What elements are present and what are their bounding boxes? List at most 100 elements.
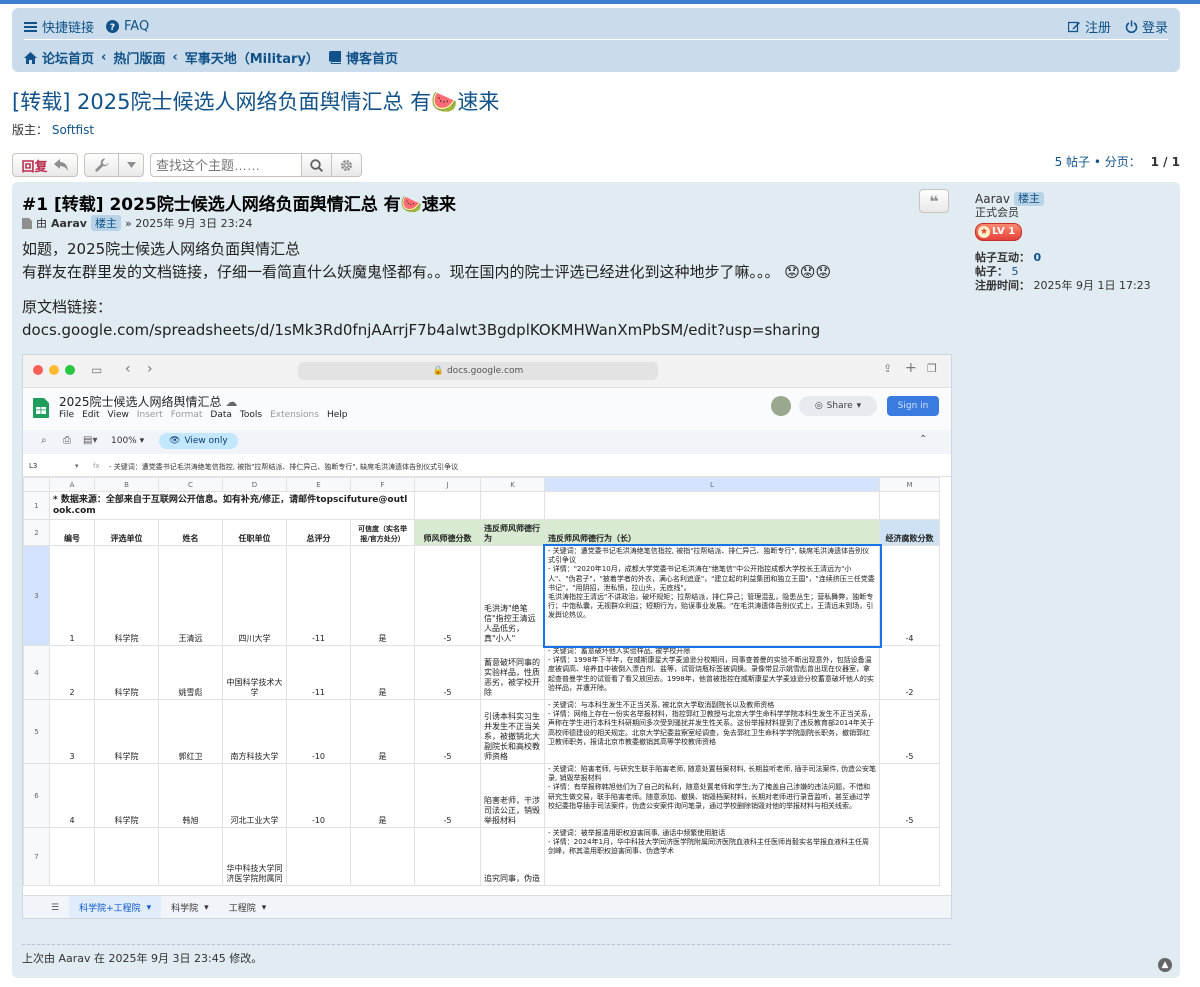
breadcrumb-hot-boards[interactable]: 热门版面 bbox=[113, 48, 165, 67]
profile-name[interactable]: Aarav bbox=[975, 192, 1010, 206]
cell-ref: L3 bbox=[29, 462, 38, 470]
post-date: » 2025年 9月 3日 23:24 bbox=[124, 217, 253, 230]
col-header: E bbox=[286, 477, 351, 492]
format-icon: ▤▾ bbox=[83, 435, 98, 446]
table-row: 4 2 科学院 姚雪彪 中国科学技术大学 -11 是 -5 蓄意破坏同事的实验样品，性质恶劣，被… bbox=[23, 645, 940, 700]
login-link[interactable]: 登录 bbox=[1125, 17, 1168, 36]
table-cell: - 关键词：与本科生发生不正当关系, 被北京大学取消副院长以及教师资格 - 详情… bbox=[544, 699, 880, 764]
table-cell: -5 bbox=[879, 763, 940, 828]
posts-value[interactable]: 5 bbox=[1012, 265, 1019, 278]
sheet-tab-label: 工程院 bbox=[228, 904, 256, 914]
edit-notice: 上次由 Aarav 在 2025年 9月 3日 23:45 修改。 bbox=[22, 944, 950, 966]
table-row: 5 3 科学院 郭红卫 南方科技大学 -10 是 -5 引诱本科实习生并发生不正当关系，被撤销北… bbox=[23, 699, 940, 764]
col-header: C bbox=[158, 477, 223, 492]
table-cell: -11 bbox=[286, 645, 351, 700]
author-profile: Aarav 楼主 正式会员 ★ LV 1 帖子互动： 0 帖子： 5 注册时间： … bbox=[975, 192, 1151, 293]
doc-link[interactable]: docs.google.com/spreadsheets/d/1sMk3Rd0f… bbox=[22, 319, 831, 342]
post-text-line: 有群友在群里发的文档链接，仔细一看简直什么妖魔鬼怪都有。。现在国内的院士评选已经… bbox=[22, 263, 832, 281]
caret-down-icon: ▾ bbox=[75, 462, 79, 470]
table-cell: 科学院 bbox=[94, 699, 159, 764]
quicklinks-menu[interactable]: 快捷链接 bbox=[24, 17, 94, 36]
reply-button[interactable]: 回复 bbox=[12, 153, 78, 177]
table-cell: 毛洪涛"绝笔信"指控王清远人品低劣，真"小人" bbox=[480, 545, 545, 646]
table-cell: 科学院 bbox=[94, 645, 159, 700]
table-cell: 姚雪彪 bbox=[158, 645, 223, 700]
avatar bbox=[771, 396, 791, 416]
interactions-value[interactable]: 0 bbox=[1034, 251, 1042, 264]
header-cell: 可信度（实名举报/官方处分） bbox=[350, 519, 415, 546]
table-cell: 四川大学 bbox=[222, 545, 287, 646]
table-cell: 1 bbox=[49, 545, 95, 646]
table-cell: 是 bbox=[350, 699, 415, 764]
col-header: J bbox=[414, 477, 481, 492]
table-cell: - 关键词：被举报滥用职权迫害同事, 通话中频繁使用脏话 - 详情：2024年1… bbox=[544, 827, 880, 886]
sheet-tab-active: 科学院+工程院 ▾ bbox=[69, 896, 162, 918]
col-header: F bbox=[350, 477, 415, 492]
star-icon: ★ bbox=[978, 226, 990, 238]
table-cell bbox=[414, 827, 481, 886]
table-cell: 是 bbox=[350, 545, 415, 646]
print-icon: ⎙ bbox=[63, 435, 71, 446]
sheet-tab: 科学院 ▾ bbox=[171, 902, 209, 915]
share-label: Share bbox=[826, 401, 853, 411]
navbar: 快捷链接 ? FAQ 注册 登录 论坛首页 ‹ 热门版面 ‹ 军事天地（Mili… bbox=[12, 8, 1180, 72]
table-cell: 6 bbox=[23, 763, 50, 828]
faq-link[interactable]: ? FAQ bbox=[106, 19, 149, 34]
table-cell: -4 bbox=[879, 545, 940, 646]
formula-bar: L3 ▾ fx - 关键词：遭党委书记毛洪涛绝笔信指控, 被指"拉帮结派、排仁异… bbox=[23, 459, 951, 477]
post-title[interactable]: #1 [转载] 2025院士候选人网络负面舆情汇总 有🍉速来 bbox=[22, 190, 456, 215]
interactions-label: 帖子互动： bbox=[975, 251, 1030, 264]
table-cell: 南方科技大学 bbox=[222, 699, 287, 764]
document-icon bbox=[22, 217, 32, 229]
signin-button: Sign in bbox=[887, 396, 939, 416]
table-cell: -11 bbox=[286, 545, 351, 646]
col-header: L bbox=[544, 477, 880, 492]
table-cell: - 关键词：遭党委书记毛洪涛绝笔信指控, 被指"拉帮结派、排仁异己、独断专行",… bbox=[542, 543, 882, 648]
header-cell: 任职单位 bbox=[222, 519, 287, 546]
post-text-line: 原文档链接： bbox=[22, 298, 113, 316]
sheets-logo-icon bbox=[33, 398, 49, 418]
table-cell: -10 bbox=[286, 699, 351, 764]
page-indicator: 1 / 1 bbox=[1150, 155, 1180, 169]
book-icon bbox=[328, 51, 341, 64]
table-cell: 郭红卫 bbox=[158, 699, 223, 764]
breadcrumb-blog-home[interactable]: 博客首页 bbox=[328, 48, 398, 67]
header-cell: 师风师德分数 bbox=[414, 519, 481, 546]
topic-title[interactable]: [转载] 2025院士候选人网络负面舆情汇总 有🍉速来 bbox=[12, 86, 499, 116]
table-cell bbox=[49, 827, 95, 886]
topic-tools-button[interactable] bbox=[84, 153, 144, 177]
table-cell: 5 bbox=[23, 699, 50, 764]
reg-value: 2025年 9月 1日 17:23 bbox=[1033, 279, 1151, 292]
level-label: LV 1 bbox=[992, 226, 1016, 237]
by-label: 由 bbox=[36, 217, 47, 230]
table-cell: 7 bbox=[23, 827, 50, 886]
topic-search-input[interactable] bbox=[150, 153, 302, 177]
source-note: * 数据来源：全部来自于互联网公开信息。如有补充/修正，请邮件topscifut… bbox=[49, 491, 415, 520]
back-to-top-button[interactable]: ▲ bbox=[1158, 958, 1172, 972]
reply-arrow-icon bbox=[53, 159, 68, 171]
moderator-link[interactable]: Softfist bbox=[52, 123, 94, 137]
post-author[interactable]: Aarav bbox=[51, 217, 87, 230]
browser-titlebar: ▭ ‹ › 🔒 docs.google.com ⇪ + ❐ bbox=[23, 355, 951, 388]
table-cell bbox=[879, 827, 940, 886]
breadcrumb-forum-home[interactable]: 论坛首页 bbox=[24, 48, 94, 67]
quote-button[interactable]: ❝ bbox=[919, 189, 949, 213]
breadcrumb-military[interactable]: 军事天地（Military） bbox=[185, 48, 319, 67]
search-button[interactable] bbox=[302, 153, 332, 177]
register-link[interactable]: 注册 bbox=[1067, 17, 1111, 36]
breadcrumb-label: 论坛首页 bbox=[42, 52, 95, 67]
menu-extensions: Extensions bbox=[270, 410, 319, 420]
level-badge: ★ LV 1 bbox=[975, 223, 1023, 241]
advanced-search-button[interactable] bbox=[332, 153, 362, 177]
reply-label: 回复 bbox=[21, 159, 48, 175]
table-cell: 是 bbox=[350, 763, 415, 828]
navbar-user-links: 注册 登录 bbox=[1067, 17, 1168, 36]
topic-search bbox=[150, 153, 362, 177]
col-header: A bbox=[49, 477, 95, 492]
chevron-up-icon: ▲ bbox=[1161, 960, 1169, 970]
svg-text:?: ? bbox=[110, 23, 115, 33]
spreadsheet-screenshot: ▭ ‹ › 🔒 docs.google.com ⇪ + ❐ 2025院士候选人网… bbox=[22, 354, 952, 919]
menu-insert: Insert bbox=[136, 410, 163, 420]
table-cell: 引诱本科实习生并发生不正当关系，被撤销北大副院长和高校教师资格 bbox=[480, 699, 545, 764]
faq-label: FAQ bbox=[124, 19, 150, 34]
